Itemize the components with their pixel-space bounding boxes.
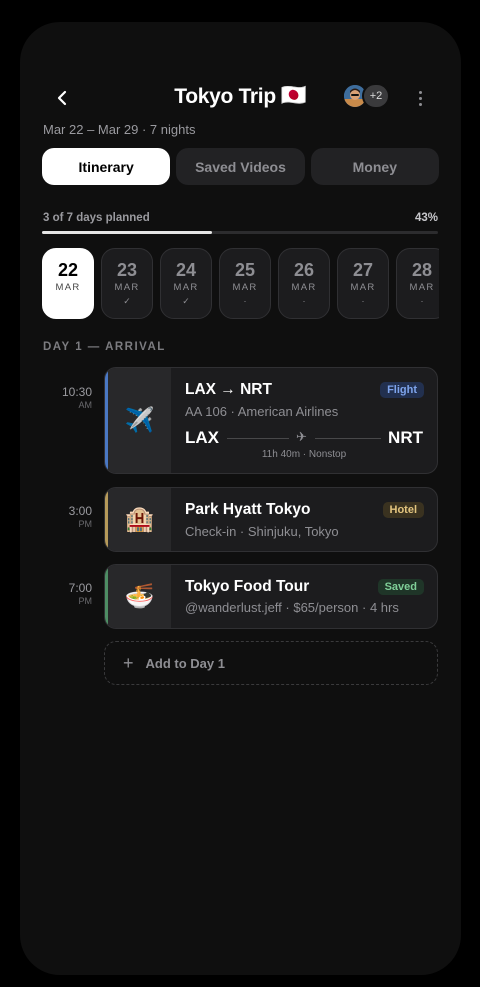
route-line	[315, 438, 381, 439]
card-subtitle: @wanderlust.jeff · $65/person · 4 hrs	[185, 600, 399, 615]
hotel-icon: 🏨	[108, 488, 171, 551]
collaborators[interactable]: +2	[342, 83, 390, 111]
destination-code: NRT	[388, 428, 423, 447]
route-line	[227, 438, 289, 439]
progress-percent: 43%	[414, 212, 438, 224]
title-text: Tokyo Trip	[174, 85, 276, 108]
plus-icon: +	[123, 652, 134, 673]
day-chip[interactable]: 28 MAR ·	[396, 248, 439, 319]
flight-card[interactable]: ✈️ LAX → NRT AA 106 · American Airlines …	[104, 367, 438, 474]
trip-dates: Mar 22 – Mar 29 · 7 nights	[43, 122, 196, 137]
noodles-icon: 🍜	[108, 565, 171, 628]
day-number: 26	[293, 260, 315, 280]
day-selector: 22 MAR 23 MAR ✓ 24 MAR ✓ 25 MAR · 26 MAR…	[42, 248, 439, 320]
day-status: ·	[420, 296, 424, 306]
day-chip[interactable]: 27 MAR ·	[337, 248, 389, 319]
time-period: PM	[78, 596, 93, 606]
hotel-card[interactable]: 🏨 Park Hyatt Tokyo Check-in · Shinjuku, …	[104, 487, 438, 552]
section-label: DAY 1 — ARRIVAL	[43, 341, 166, 353]
card-subtitle: Check-in · Shinjuku, Tokyo	[185, 524, 339, 539]
event-time: 7:00 PM	[42, 581, 92, 606]
food-tour-card[interactable]: 🍜 Tokyo Food Tour @wanderlust.jeff · $65…	[104, 564, 438, 629]
more-options-button[interactable]	[412, 86, 428, 110]
dot	[418, 96, 422, 100]
card-title: LAX → NRT	[185, 381, 272, 398]
add-label: Add to Day 1	[145, 655, 225, 671]
day-number: 24	[175, 260, 197, 280]
card-title: Park Hyatt Tokyo	[185, 501, 311, 518]
time-value: 10:30	[61, 385, 92, 399]
day-number: 28	[411, 260, 433, 280]
japan-flag-icon: 🇯🇵	[280, 84, 307, 107]
card-title: Tokyo Food Tour	[185, 578, 310, 595]
tab-money[interactable]: Money	[310, 148, 439, 185]
flight-route: LAX ✈ NRT	[185, 428, 423, 448]
time-period: PM	[78, 519, 93, 529]
tab-itinerary[interactable]: Itinerary	[42, 148, 171, 185]
day-status: ·	[243, 296, 247, 306]
day-chip[interactable]: 24 MAR ✓	[160, 248, 212, 319]
tab-saved-videos[interactable]: Saved Videos	[176, 148, 305, 185]
check-icon: ✓	[182, 296, 190, 306]
progress-label: 3 of 7 days planned	[43, 212, 150, 224]
airplane-icon: ✈️	[108, 368, 171, 473]
day-month: MAR	[291, 282, 317, 293]
day-number: 27	[352, 260, 374, 280]
plane-icon: ✈	[296, 429, 307, 444]
day-number: 22	[57, 260, 79, 280]
day-number: 25	[234, 260, 256, 280]
origin-code: LAX	[185, 428, 219, 447]
day-month: MAR	[232, 282, 258, 293]
day-chip[interactable]: 22 MAR	[42, 248, 94, 319]
hotel-badge: Hotel	[382, 502, 424, 518]
day-month: MAR	[55, 282, 81, 293]
time-value: 3:00	[68, 504, 92, 518]
day-status: ·	[361, 296, 365, 306]
day-month: MAR	[114, 282, 140, 293]
card-subtitle: AA 106 · American Airlines	[185, 404, 339, 419]
tab-bar: Itinerary Saved Videos Money	[42, 148, 439, 185]
day-month: MAR	[350, 282, 376, 293]
add-to-day-button[interactable]: + Add to Day 1	[104, 641, 438, 685]
flight-duration: 11h 40m · Nonstop	[261, 449, 347, 460]
event-time: 10:30 AM	[42, 385, 92, 410]
phone-screen: Tokyo Trip 🇯🇵 +2 Mar 22 – Mar 29 · 7 nigh…	[20, 22, 461, 975]
page-title: Tokyo Trip 🇯🇵	[20, 84, 461, 109]
event-time: 3:00 PM	[42, 504, 92, 529]
day-chip[interactable]: 23 MAR ✓	[101, 248, 153, 319]
day-month: MAR	[173, 282, 199, 293]
dot	[418, 90, 422, 94]
progress-bar	[42, 231, 438, 234]
day-chip[interactable]: 25 MAR ·	[219, 248, 271, 319]
dot	[418, 102, 422, 106]
more-collaborators-count: +2	[362, 83, 390, 109]
check-icon: ✓	[123, 296, 131, 306]
time-value: 7:00	[68, 581, 92, 595]
flight-badge: Flight	[380, 382, 424, 398]
header: Tokyo Trip 🇯🇵 +2	[20, 80, 461, 116]
saved-badge: Saved	[377, 579, 424, 595]
time-period: AM	[78, 400, 93, 410]
day-status: ·	[302, 296, 306, 306]
day-chip[interactable]: 26 MAR ·	[278, 248, 330, 319]
day-number: 23	[116, 260, 138, 280]
day-month: MAR	[409, 282, 435, 293]
progress-fill	[42, 231, 213, 234]
